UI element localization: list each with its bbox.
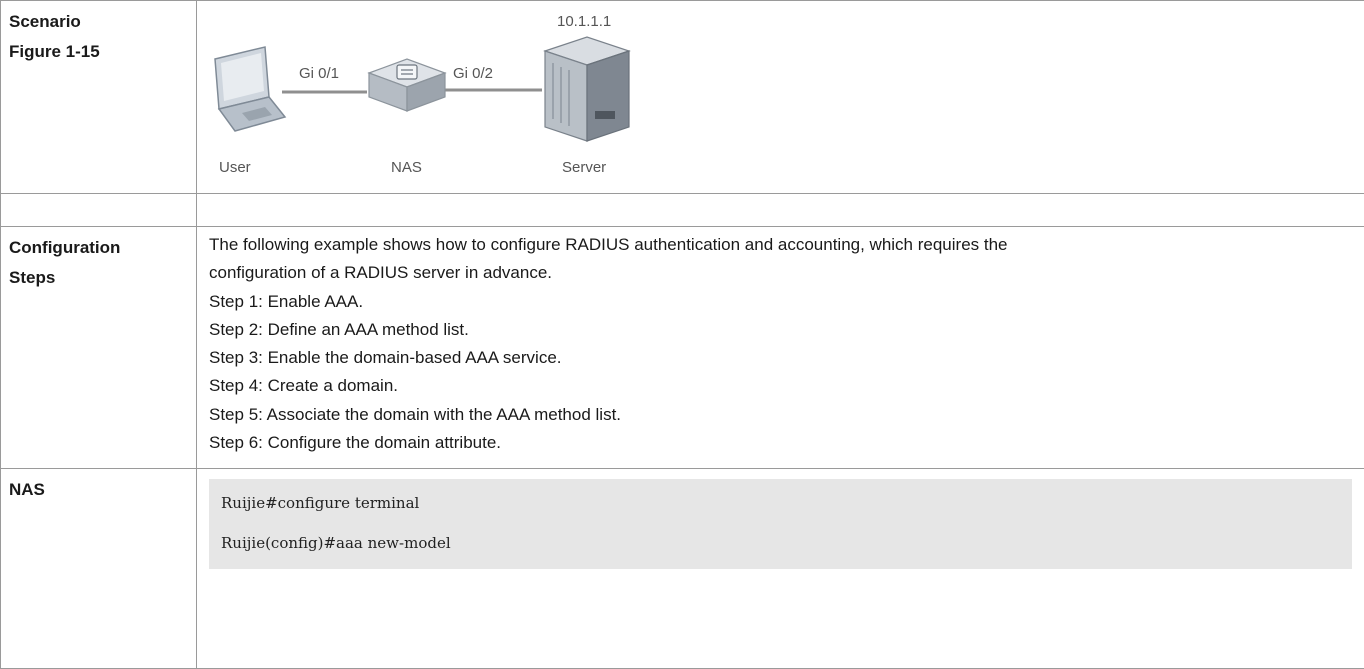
laptop-icon <box>215 47 285 131</box>
empty-cell-right <box>197 194 1364 227</box>
nas-label: NAS <box>9 475 188 505</box>
code-line: Ruijie(config)#aaa new-model <box>209 523 1352 563</box>
empty-row <box>1 194 1364 227</box>
config-label-line1: Configuration <box>9 233 188 263</box>
step-item: Step 5: Associate the domain with the AA… <box>209 401 1352 429</box>
empty-cell-left <box>1 194 197 227</box>
port-left-label: Gi 0/1 <box>299 65 339 82</box>
code-block: Ruijie#configure terminal Ruijie(config)… <box>209 479 1352 569</box>
config-label-line2: Steps <box>9 263 188 293</box>
scenario-label-cell: Scenario Figure 1-15 <box>1 1 197 194</box>
step-item: Step 3: Enable the domain-based AAA serv… <box>209 344 1352 372</box>
server-icon <box>545 37 629 141</box>
config-steps-row: Configuration Steps The following exampl… <box>1 227 1364 469</box>
intro-text-line1: The following example shows how to confi… <box>209 231 1352 259</box>
switch-icon <box>369 59 445 111</box>
server-ip-label: 10.1.1.1 <box>557 13 611 30</box>
device-server-label: Server <box>562 159 606 176</box>
step-item: Step 6: Configure the domain attribute. <box>209 429 1352 457</box>
scenario-figure-cell: 10.1.1.1 Gi 0/1 Gi 0/2 User NAS Server <box>197 1 1364 194</box>
step-item: Step 2: Define an AAA method list. <box>209 316 1352 344</box>
document-table: Scenario Figure 1-15 <box>0 0 1364 669</box>
diagram-graphics <box>197 1 757 193</box>
device-nas-label: NAS <box>391 159 422 176</box>
intro-text-line2: configuration of a RADIUS server in adva… <box>209 259 1352 287</box>
network-diagram: 10.1.1.1 Gi 0/1 Gi 0/2 User NAS Server <box>197 1 1364 193</box>
figure-label: Figure 1-15 <box>9 37 188 67</box>
nas-code-cell: Ruijie#configure terminal Ruijie(config)… <box>197 469 1364 669</box>
device-user-label: User <box>219 159 251 176</box>
nas-row: NAS Ruijie#configure terminal Ruijie(con… <box>1 469 1364 669</box>
port-right-label: Gi 0/2 <box>453 65 493 82</box>
step-item: Step 4: Create a domain. <box>209 372 1352 400</box>
scenario-row: Scenario Figure 1-15 <box>1 1 1364 194</box>
code-line: Ruijie#configure terminal <box>209 483 1352 523</box>
config-steps-content: The following example shows how to confi… <box>197 227 1364 469</box>
config-steps-label-cell: Configuration Steps <box>1 227 197 469</box>
step-item: Step 1: Enable AAA. <box>209 288 1352 316</box>
scenario-label: Scenario <box>9 7 188 37</box>
nas-label-cell: NAS <box>1 469 197 669</box>
